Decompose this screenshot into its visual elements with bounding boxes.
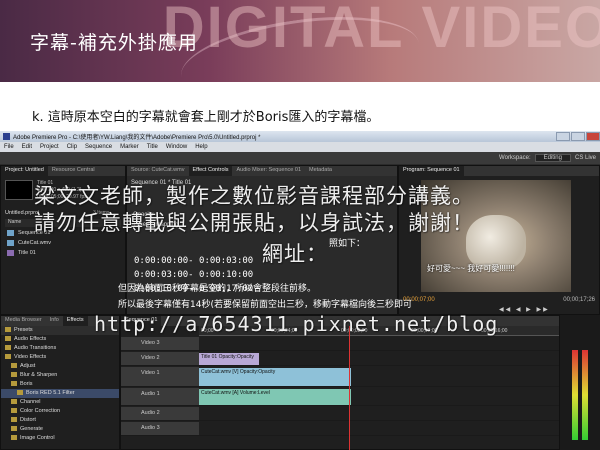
minimize-button[interactable] xyxy=(556,132,570,141)
folder-icon xyxy=(5,327,11,333)
tab-info[interactable]: Info xyxy=(46,316,63,326)
menu-title[interactable]: Title xyxy=(143,144,162,150)
tab-project[interactable]: Project: Untitled xyxy=(1,166,48,176)
folder-icon xyxy=(11,399,17,405)
cs-live-button[interactable]: CS Live xyxy=(575,155,596,161)
timeline-track: Audio 3 xyxy=(121,422,559,436)
subtitle-text: 好可愛~~~ 我好可愛!!!!!!! xyxy=(427,264,515,273)
window-title: Adobe Premiere Pro - C:\使用者\YW.Liang\我的文… xyxy=(13,135,261,141)
menu-sequence[interactable]: Sequence xyxy=(81,144,116,150)
tab-resource-central[interactable]: Resource Central xyxy=(48,166,99,176)
tab-effects[interactable]: Effects xyxy=(62,316,88,326)
menu-clip[interactable]: Clip xyxy=(63,144,81,150)
menu-marker[interactable]: Marker xyxy=(116,144,143,150)
effect-folder[interactable]: Adjust xyxy=(1,362,119,371)
tab-audio-mixer[interactable]: Audio Mixer: Sequence 01 xyxy=(232,166,305,176)
folder-icon xyxy=(11,435,17,441)
folder-icon xyxy=(11,381,17,387)
transport-controls[interactable]: ◀◀ ◀ ▶ ▶▶ xyxy=(499,306,550,313)
sequence-icon xyxy=(7,230,14,236)
effect-icon xyxy=(17,390,23,396)
menu-edit[interactable]: Edit xyxy=(18,144,36,150)
folder-icon xyxy=(11,426,17,432)
project-item[interactable]: CuteCat.wmv xyxy=(7,240,51,246)
title-clip[interactable]: Title 01 Opacity:Opacity xyxy=(199,353,259,365)
folder-icon xyxy=(5,354,11,360)
effect-folder[interactable]: Color Correction xyxy=(1,407,119,416)
maximize-button[interactable] xyxy=(571,132,585,141)
explanation-note-2: 所以最後字幕僅有14秒(若要保留前面空出三秒，移動字幕檔向後三秒即可 xyxy=(118,300,412,310)
tab-media-browser[interactable]: Media Browser xyxy=(1,316,46,326)
menu-window[interactable]: Window xyxy=(162,144,191,150)
timeline-track: Video 2 Title 01 Opacity:Opacity xyxy=(121,352,559,366)
audio-meter xyxy=(560,315,600,450)
slide-title: 字幕-補充外掛應用 xyxy=(30,32,198,54)
menu-file[interactable]: File xyxy=(0,144,18,150)
effect-folder[interactable]: Boris xyxy=(1,380,119,389)
timeline-track: Audio 1 CuteCat.wmv [A] Volume:Level xyxy=(121,388,559,406)
effect-folder[interactable]: Channel xyxy=(1,398,119,407)
slide-header: DIGITAL VIDEO 字幕-補充外掛應用 xyxy=(0,0,600,82)
effect-folder[interactable]: Distort xyxy=(1,416,119,425)
menu-help[interactable]: Help xyxy=(191,144,211,150)
tab-metadata[interactable]: Metadata xyxy=(305,166,336,176)
workspace-bar: Workspace: Editing CS Live xyxy=(0,152,600,164)
folder-icon xyxy=(11,408,17,414)
workspace-select[interactable]: Editing xyxy=(534,154,571,162)
watermark-line-3: 網址： xyxy=(262,242,328,266)
cat-image xyxy=(466,215,526,270)
effect-folder[interactable]: Blur & Sharpen xyxy=(1,371,119,380)
watermark-line-2: 請勿任意轉載與公開張貼，以身試法，謝謝！ xyxy=(34,211,474,235)
effect-folder[interactable]: Audio Transitions xyxy=(1,344,119,353)
meter-bar-left xyxy=(572,350,578,440)
premiere-logo-icon xyxy=(3,133,10,140)
meter-bar-right xyxy=(582,350,588,440)
video-clip-icon xyxy=(7,240,14,246)
time-range-line: 0:00:00:00- 0:00:03:00 xyxy=(134,256,254,266)
watermark-url: http://a7654311.pixnet.net/blog xyxy=(94,312,499,336)
effect-item-boris-red[interactable]: Boris RED 5.1 Filter xyxy=(1,389,119,398)
effect-folder[interactable]: Generate xyxy=(1,425,119,434)
timeline-track: Video 1 CuteCat.wmv [V] Opacity:Opacity xyxy=(121,367,559,387)
effect-folder[interactable]: Image Control xyxy=(1,434,119,443)
close-button[interactable] xyxy=(586,132,600,141)
audio-clip[interactable]: CuteCat.wmv [A] Volume:Level xyxy=(199,389,351,405)
video-clip[interactable]: CuteCat.wmv [V] Opacity:Opacity xyxy=(199,368,351,386)
timeline-track: Video 3 xyxy=(121,337,559,351)
menu-bar: File Edit Project Clip Sequence Marker T… xyxy=(0,142,600,152)
watermark-line-1: 梁文文老師，製作之數位影音課程部分講義。 xyxy=(34,184,474,208)
playhead[interactable] xyxy=(349,326,350,450)
effect-folder[interactable]: Audio Effects xyxy=(1,335,119,344)
folder-icon xyxy=(11,363,17,369)
tab-source[interactable]: Source: CuteCat.wmv xyxy=(127,166,189,176)
slide-caption: k. 這時原本空白的字幕就會套上剛才於Boris匯入的字幕檔。 xyxy=(32,110,380,125)
title-clip-icon xyxy=(7,250,14,256)
folder-icon xyxy=(5,345,11,351)
note-suffix: 照如下： xyxy=(329,238,366,248)
window-titlebar: Adobe Premiere Pro - C:\使用者\YW.Liang\我的文… xyxy=(0,131,600,142)
explanation-note-1: 但因為前面三秒字幕是空的，所以會整段往前移。 xyxy=(118,284,317,294)
timeline-track: Audio 2 xyxy=(121,407,559,421)
menu-project[interactable]: Project xyxy=(36,144,63,150)
program-duration: 00;00;17;26 xyxy=(563,297,595,303)
time-range-line: 0:00:03:00- 0:00:10:00 xyxy=(134,270,254,280)
folder-icon xyxy=(11,417,17,423)
clip-preview-thumbnail xyxy=(5,180,33,200)
workspace-label: Workspace: xyxy=(499,155,531,161)
banner-text: DIGITAL VIDEO xyxy=(162,0,600,60)
tab-program[interactable]: Program: Sequence 01 xyxy=(399,166,464,176)
project-item[interactable]: Title 01 xyxy=(7,250,36,256)
folder-icon xyxy=(11,372,17,378)
effect-folder[interactable]: Video Effects xyxy=(1,353,119,362)
tab-effect-controls[interactable]: Effect Controls xyxy=(188,166,233,176)
folder-icon xyxy=(5,336,11,342)
